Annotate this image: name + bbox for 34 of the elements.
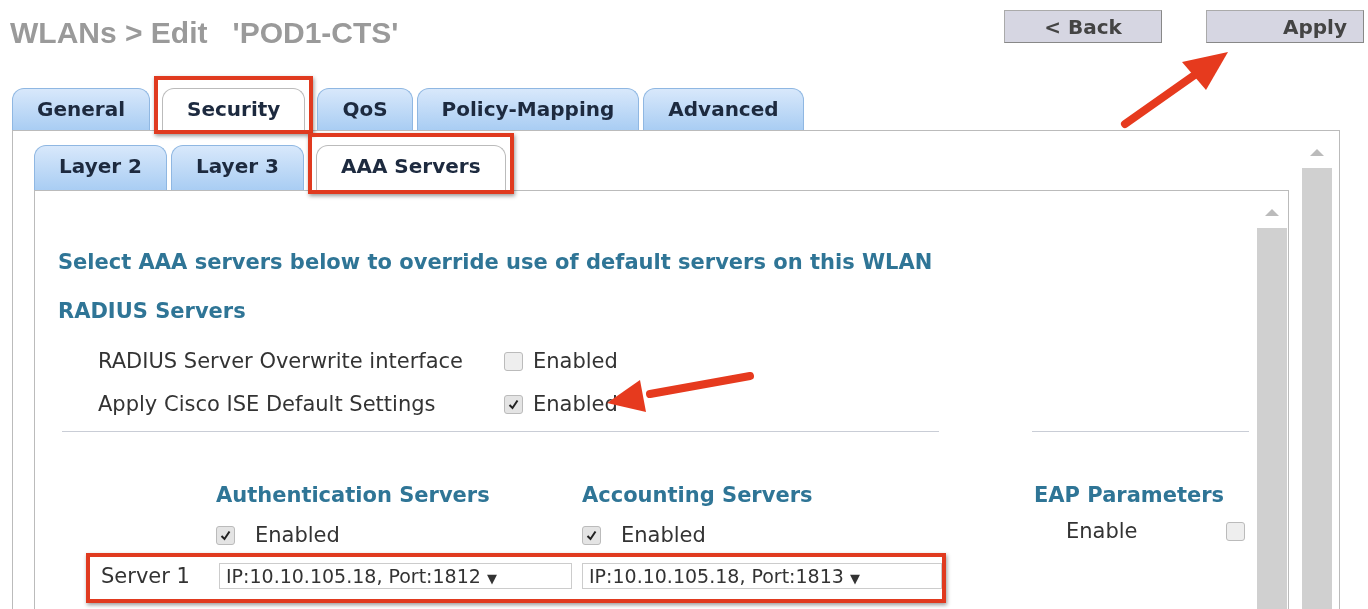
tab[interactable]: QoS xyxy=(317,88,413,130)
nav-button[interactable]: Apply xyxy=(1206,10,1364,43)
checkbox-label: Enabled xyxy=(533,349,618,373)
tab[interactable]: General xyxy=(12,88,150,130)
checkbox-label: Enabled xyxy=(255,523,340,547)
checkbox[interactable] xyxy=(216,525,235,545)
checkbox-label: Enabled xyxy=(621,523,706,547)
checkbox[interactable] xyxy=(504,394,523,414)
checkbox[interactable] xyxy=(504,351,523,371)
checkbox-label: Enable xyxy=(1066,519,1138,543)
section-heading: Select AAA servers below to override use of default servers on this WLAN xyxy=(58,249,934,275)
row-label: Server 1 xyxy=(101,564,191,588)
page-title: WLANs > Edit 'POD1-CTS' xyxy=(10,16,399,50)
tab[interactable]: Layer 3 xyxy=(170,145,304,190)
server-dropdown[interactable]: IP:10.10.105.18, Port:1813 ▼ xyxy=(582,563,942,589)
column-heading: EAP Parameters xyxy=(1034,482,1224,508)
tab[interactable]: AAA Servers xyxy=(315,145,506,190)
check-icon xyxy=(220,529,231,541)
section-title: RADIUS Servers xyxy=(58,298,247,324)
column-heading: Accounting Servers xyxy=(582,482,814,508)
server-dropdown[interactable]: IP:10.10.105.18, Port:1812 ▼ xyxy=(219,563,572,589)
tab[interactable]: Security xyxy=(162,88,306,130)
nav-button[interactable]: < Back xyxy=(1004,10,1162,43)
tab[interactable]: Policy-Mapping xyxy=(416,88,640,130)
tab[interactable]: Layer 2 xyxy=(34,145,167,190)
check-icon xyxy=(508,398,519,410)
option-label: Apply Cisco ISE Default Settings xyxy=(98,392,437,416)
checkbox[interactable] xyxy=(582,525,601,545)
tab[interactable]: Advanced xyxy=(643,88,804,130)
option-label: RADIUS Server Overwrite interface xyxy=(98,349,465,373)
checkbox-label: Enabled xyxy=(533,392,618,416)
checkbox[interactable] xyxy=(1225,521,1245,541)
check-icon xyxy=(586,529,597,541)
column-heading: Authentication Servers xyxy=(216,482,491,508)
